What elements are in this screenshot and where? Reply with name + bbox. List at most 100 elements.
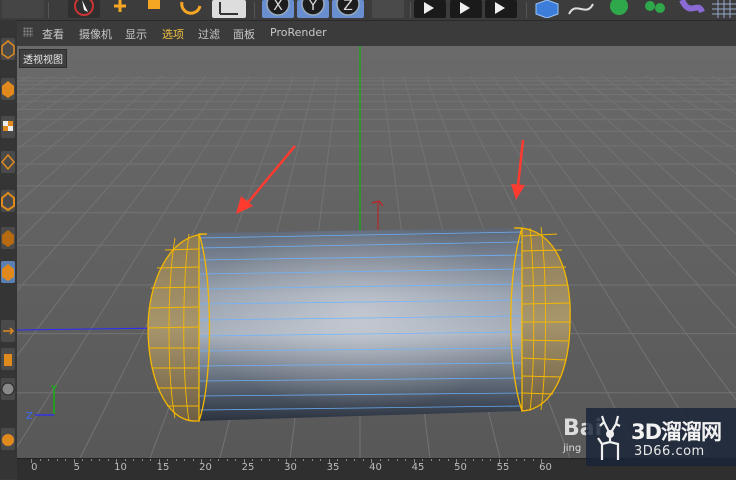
cylinder-object[interactable] [147,226,571,422]
timeline-minor-tick [490,459,491,461]
timeline-minor-tick [235,459,236,461]
floor-icon[interactable] [712,0,736,18]
viewport-menu-bar: 查看 摄像机 显示 选项 过滤 面板 ProRender [17,21,736,46]
render-settings-icon[interactable] [485,0,517,18]
array-icon[interactable] [640,0,670,18]
timeline-minor-tick [124,459,126,461]
toolbar-separator [254,2,255,18]
left-tool-sidebar [0,20,18,479]
polygons-mode-icon[interactable] [1,227,15,249]
world-coord-icon[interactable] [372,0,404,18]
toolbar-separator [526,2,527,18]
timeline-minor-tick [345,459,347,461]
y-axis-icon[interactable]: Y [297,0,329,18]
object-mode-icon[interactable] [1,261,15,283]
main-toolbar: X Y Z [0,0,736,21]
z-axis-icon[interactable]: Z [332,0,364,18]
gizmo-z-label: Z [26,411,33,422]
timeline-minor-tick [218,459,219,461]
menu-display[interactable]: 显示 [125,26,147,42]
timeline-minor-tick [303,459,304,461]
timeline-minor-tick [362,459,364,461]
points-mode-icon[interactable] [1,151,15,173]
timeline-tick-label: 45 [411,462,425,473]
timeline-minor-tick [481,459,483,461]
deer-logo-icon [597,415,621,460]
timeline-tick-label: 0 [31,462,38,473]
rotate-icon[interactable] [176,0,206,18]
menu-options[interactable]: 选项 [162,26,184,42]
timeline-minor-tick [507,459,508,461]
timeline-minor-tick [439,459,440,461]
toolbar-separator [410,2,411,18]
coordinate-icon[interactable] [212,0,246,18]
timeline-tick-label: 15 [156,462,170,473]
timeline-minor-tick [473,459,474,461]
undo-icon[interactable] [2,0,44,18]
timeline-minor-tick [107,459,109,461]
viewport-scene: Y Z [17,46,736,458]
timeline-tick-label: 40 [369,462,382,473]
menu-panel[interactable]: 面板 [233,26,255,42]
timeline-minor-tick [379,459,381,461]
timeline-minor-tick [260,459,262,461]
move-icon[interactable] [105,0,135,18]
timeline-minor-tick [388,459,389,461]
jingyan-watermark: jing [563,443,582,454]
timeline-minor-tick [294,459,296,461]
timeline-minor-tick [524,459,525,461]
timeline-minor-tick [269,459,270,461]
timeline-minor-tick [48,459,49,461]
timeline-minor-tick [396,459,398,461]
grip-icon[interactable] [23,27,33,37]
perspective-viewport[interactable]: Y Z 透视视图 [17,46,736,458]
timeline-minor-tick [464,459,466,461]
svg-text:Z: Z [343,0,353,14]
timeline-minor-tick [354,459,355,461]
spline-icon[interactable] [566,0,596,18]
svg-text:Y: Y [308,0,318,14]
timeline-minor-tick [65,459,66,461]
timeline-minor-tick [90,459,92,461]
move-handle-icon[interactable] [1,320,15,342]
render-picture-icon[interactable] [450,0,482,18]
x-axis-icon[interactable]: X [262,0,294,18]
model-mode-icon[interactable] [1,38,15,60]
timeline-minor-tick [532,459,534,461]
timeline-minor-tick [209,459,211,461]
solo-icon[interactable] [1,348,15,370]
edges-mode-icon[interactable] [0,190,15,212]
timeline-minor-tick [252,459,253,461]
timeline-tick-label: 10 [114,462,127,473]
timeline-tick-label: 20 [199,462,212,473]
cube-icon[interactable] [532,0,562,19]
timeline-minor-tick [422,459,423,461]
timeline-minor-tick [405,459,406,461]
timeline-minor-tick [192,459,194,461]
watermark-url: 3D66.com [634,444,705,459]
scale-icon[interactable] [142,0,170,18]
menu-camera[interactable]: 摄像机 [79,26,112,42]
timeline-tick-label: 30 [284,462,297,473]
select-icon[interactable] [68,0,100,18]
timeline-minor-tick [99,459,100,461]
lock-icon[interactable] [1,428,15,450]
menu-prorender[interactable]: ProRender [270,26,327,39]
deformer-icon[interactable] [676,0,706,18]
snap-icon[interactable] [1,378,15,400]
texture-mode-icon[interactable] [1,78,15,100]
render-view-icon[interactable] [414,0,446,18]
timeline-minor-tick [39,459,41,461]
checker-icon[interactable] [1,116,15,138]
timeline-tick-label: 50 [454,462,467,473]
timeline-minor-tick [226,459,228,461]
viewport-title[interactable]: 透视视图 [19,49,67,68]
timeline-tick-label: 5 [73,462,80,473]
timeline-minor-tick [447,459,449,461]
timeline-minor-tick [311,459,313,461]
menu-filter[interactable]: 过滤 [198,26,220,42]
timeline-minor-tick [133,459,134,461]
subdivision-icon[interactable] [604,0,634,18]
timeline-minor-tick [56,459,58,461]
menu-view[interactable]: 查看 [42,26,64,42]
